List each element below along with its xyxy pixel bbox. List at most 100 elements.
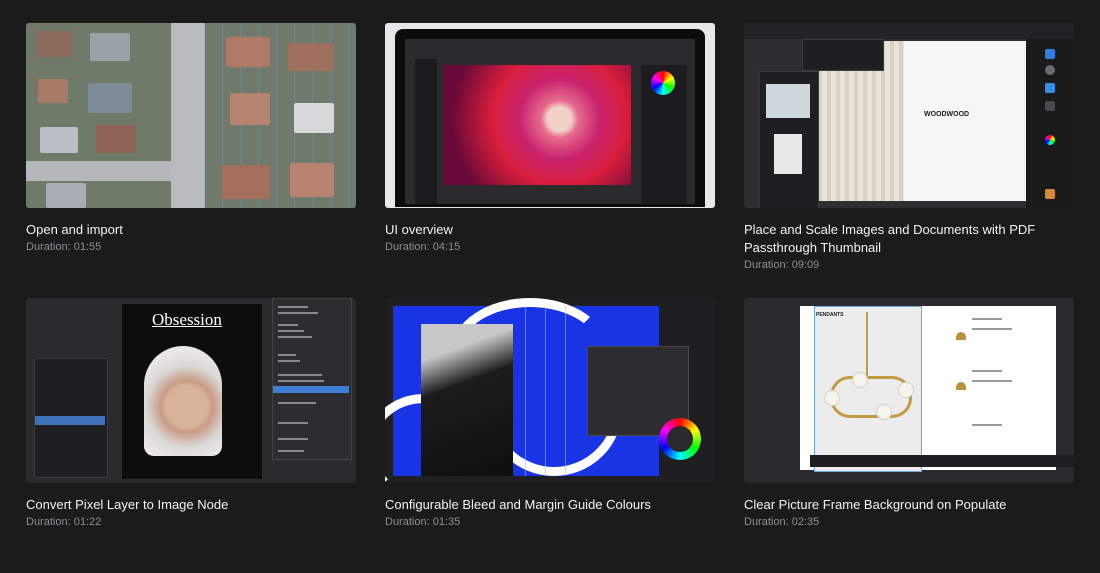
duration-label: Duration: [744, 516, 789, 528]
menu-line [278, 354, 296, 356]
video-card-clear-picture-frame[interactable]: PENDANTS Clear Picture Frame Background … [744, 298, 1074, 573]
thumbnail-lamp-cord [866, 312, 868, 376]
thumbnail-road [26, 161, 171, 181]
duration-value: 04:15 [432, 241, 461, 253]
menu-line [278, 422, 308, 424]
menu-line [278, 324, 298, 326]
video-duration: Duration: 01:35 [385, 516, 715, 528]
duration-label: Duration: [26, 516, 71, 528]
duration-value: 01:35 [432, 516, 461, 528]
menu-line [278, 336, 312, 338]
thumbnail-bulb [824, 390, 840, 406]
thumbnail-text-line [972, 318, 1002, 320]
video-grid: Open and import Duration: 01:55 UI overv… [26, 23, 1074, 573]
thumbnail-text-line [972, 380, 1012, 382]
video-title[interactable]: Configurable Bleed and Margin Guide Colo… [385, 496, 715, 514]
thumbnail-text-line [972, 424, 1002, 426]
video-thumbnail[interactable]: Obsession [26, 298, 356, 483]
thumbnail-popup [802, 39, 884, 71]
thumbnail-tools [1026, 39, 1074, 208]
thumbnail-house [46, 183, 86, 208]
video-title[interactable]: Place and Scale Images and Documents wit… [744, 221, 1074, 257]
thumbnail-bulb [876, 404, 892, 420]
duration-value: 02:35 [791, 516, 820, 528]
thumbnail-images-panel [759, 71, 819, 208]
thumbnail-guide [545, 306, 546, 476]
menu-line [278, 374, 322, 376]
thumbnail-guide [525, 306, 526, 476]
menu-line [278, 438, 308, 440]
thumbnail-bulb [852, 372, 868, 388]
video-title[interactable]: Convert Pixel Layer to Image Node [26, 496, 356, 514]
thumbnail-house [226, 37, 270, 67]
thumbnail-house [294, 103, 334, 133]
video-card-ui-overview[interactable]: UI overview Duration: 04:15 [385, 23, 715, 298]
thumbnail-text-line [972, 328, 1012, 330]
video-duration: Duration: 01:22 [26, 516, 356, 528]
menu-line [278, 360, 300, 362]
menu-line [278, 450, 304, 452]
thumbnail-toolbar [744, 23, 1074, 39]
thumbnail-text: WOODWOOD [924, 111, 970, 118]
thumbnail-house [88, 83, 132, 113]
tool-icon [1045, 135, 1055, 145]
tool-icon [1045, 65, 1055, 75]
video-duration: Duration: 04:15 [385, 241, 715, 253]
thumbnail-text-line [972, 370, 1002, 372]
thumbnail-house [230, 93, 270, 125]
thumbnail-menu-highlight [273, 386, 349, 393]
video-thumbnail[interactable]: WOODWOOD [744, 23, 1074, 208]
tool-icon [1045, 101, 1055, 111]
thumbnail-selected-layer [35, 416, 105, 425]
video-thumbnail[interactable] [26, 23, 356, 208]
thumbnail-text: Obsession [152, 310, 222, 329]
video-thumbnail[interactable] [385, 298, 715, 483]
menu-line [278, 312, 318, 314]
duration-value: 01:22 [73, 516, 102, 528]
video-thumbnail[interactable] [385, 23, 715, 208]
thumbnail-lamp [956, 382, 966, 390]
duration-value: 09:09 [791, 259, 820, 271]
thumbnail-photo [421, 324, 513, 476]
video-title[interactable]: Clear Picture Frame Background on Popula… [744, 496, 1074, 514]
thumbnail-house [222, 165, 270, 199]
thumbnail-road [171, 23, 205, 208]
thumbnail-status-bar [810, 455, 1074, 467]
tool-icon [1045, 49, 1055, 59]
video-title[interactable]: UI overview [385, 221, 715, 239]
video-card-bleed-margin-guides[interactable]: Configurable Bleed and Margin Guide Colo… [385, 298, 715, 573]
thumbnail-photo [443, 65, 631, 185]
menu-line [278, 380, 324, 382]
tool-icon [1045, 189, 1055, 199]
thumbnail-house [288, 43, 334, 71]
color-wheel-icon [651, 71, 675, 95]
thumbnail-lamp [830, 376, 912, 418]
thumbnail-house [290, 163, 334, 197]
thumbnail-house [96, 125, 136, 153]
thumbnail-house [36, 31, 72, 57]
thumbnail-context-menu [272, 298, 352, 460]
thumbnail-house [90, 33, 130, 61]
thumbnail-house [38, 79, 68, 103]
video-duration: Duration: 02:35 [744, 516, 1074, 528]
duration-label: Duration: [744, 259, 789, 271]
duration-label: Duration: [385, 516, 430, 528]
video-thumbnail[interactable]: PENDANTS [744, 298, 1074, 483]
video-title[interactable]: Open and import [26, 221, 356, 239]
thumbnail-bulb [898, 382, 914, 398]
menu-line [278, 402, 316, 404]
duration-label: Duration: [385, 241, 430, 253]
thumbnail-lamp [956, 332, 966, 340]
thumbnail-house [40, 127, 78, 153]
video-card-convert-pixel-layer[interactable]: Obsession Convert Pixel Layer to Image N… [26, 298, 356, 573]
video-duration: Duration: 01:55 [26, 241, 356, 253]
video-duration: Duration: 09:09 [744, 259, 1074, 271]
thumbnail-page [904, 41, 1026, 201]
menu-line [278, 330, 304, 332]
tool-icon [1045, 83, 1055, 93]
video-card-place-and-scale[interactable]: WOODWOOD Place and Scale Images and Docu… [744, 23, 1074, 298]
thumbnail-guide [565, 306, 566, 476]
color-wheel-center [667, 426, 693, 452]
duration-label: Duration: [26, 241, 71, 253]
video-card-open-and-import[interactable]: Open and import Duration: 01:55 [26, 23, 356, 298]
